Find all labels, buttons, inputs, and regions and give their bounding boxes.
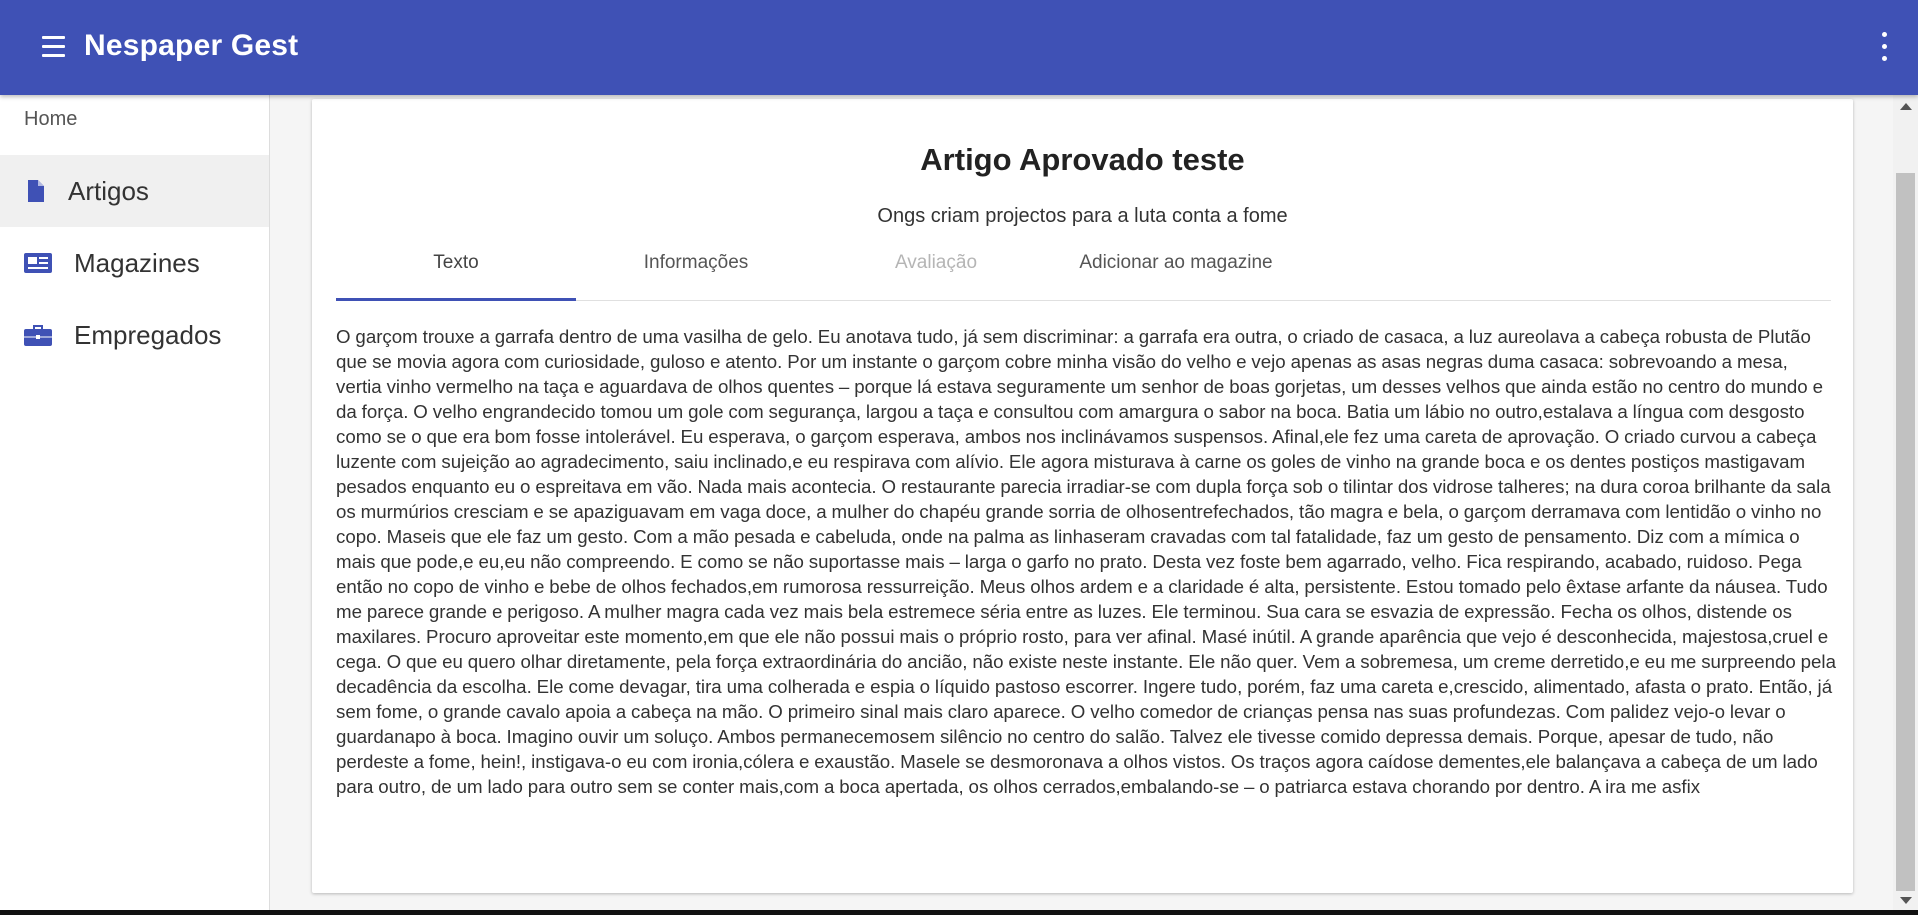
tab-adicionar-ao-magazine[interactable]: Adicionar ao magazine (1056, 249, 1296, 300)
sidebar: Home Artigos Magazines Empregados (0, 95, 270, 910)
sidebar-item-label: Artigos (68, 176, 149, 206)
article-tabs: Texto Informações Avaliação Adicionar ao… (336, 249, 1831, 301)
sidebar-item-label: Magazines (74, 248, 200, 278)
newspaper-icon (24, 251, 52, 275)
sidebar-home-link[interactable]: Home (24, 107, 77, 131)
tab-texto[interactable]: Texto (336, 249, 576, 301)
app-bar: Nespaper Gest (0, 0, 1918, 95)
app-title: Nespaper Gest (84, 29, 299, 62)
tab-label: Adicionar ao magazine (1079, 252, 1273, 273)
scrollbar-thumb[interactable] (1896, 173, 1915, 891)
tab-label: Texto (433, 252, 479, 273)
window-bottom-edge (0, 910, 1918, 915)
vertical-scrollbar[interactable] (1893, 95, 1918, 910)
article-subtitle: Ongs criam projectos para a luta conta a… (877, 205, 1288, 227)
sidebar-item-label: Empregados (74, 320, 222, 350)
article-body-text[interactable]: O garçom trouxe a garrafa dentro de uma … (336, 324, 1836, 799)
hamburger-menu-icon[interactable] (38, 32, 70, 62)
scroll-down-arrow-icon[interactable] (1900, 897, 1912, 904)
more-vert-icon[interactable] (1872, 30, 1896, 64)
main-content: Artigo Aprovado teste Ongs criam project… (270, 95, 1893, 910)
document-icon (24, 179, 48, 203)
sidebar-item-magazines[interactable]: Magazines (0, 227, 269, 299)
sidebar-item-empregados[interactable]: Empregados (0, 299, 269, 371)
tab-label: Informações (643, 252, 749, 273)
briefcase-icon (24, 323, 52, 347)
article-card: Artigo Aprovado teste Ongs criam project… (312, 99, 1853, 893)
article-title: Artigo Aprovado teste (920, 142, 1245, 177)
tab-avaliacao: Avaliação (816, 249, 1056, 300)
tab-label: Avaliação (894, 252, 978, 273)
tab-informacoes[interactable]: Informações (576, 249, 816, 300)
sidebar-item-artigos[interactable]: Artigos (0, 155, 269, 227)
scroll-up-arrow-icon[interactable] (1900, 103, 1912, 110)
active-tab-indicator (336, 298, 576, 301)
